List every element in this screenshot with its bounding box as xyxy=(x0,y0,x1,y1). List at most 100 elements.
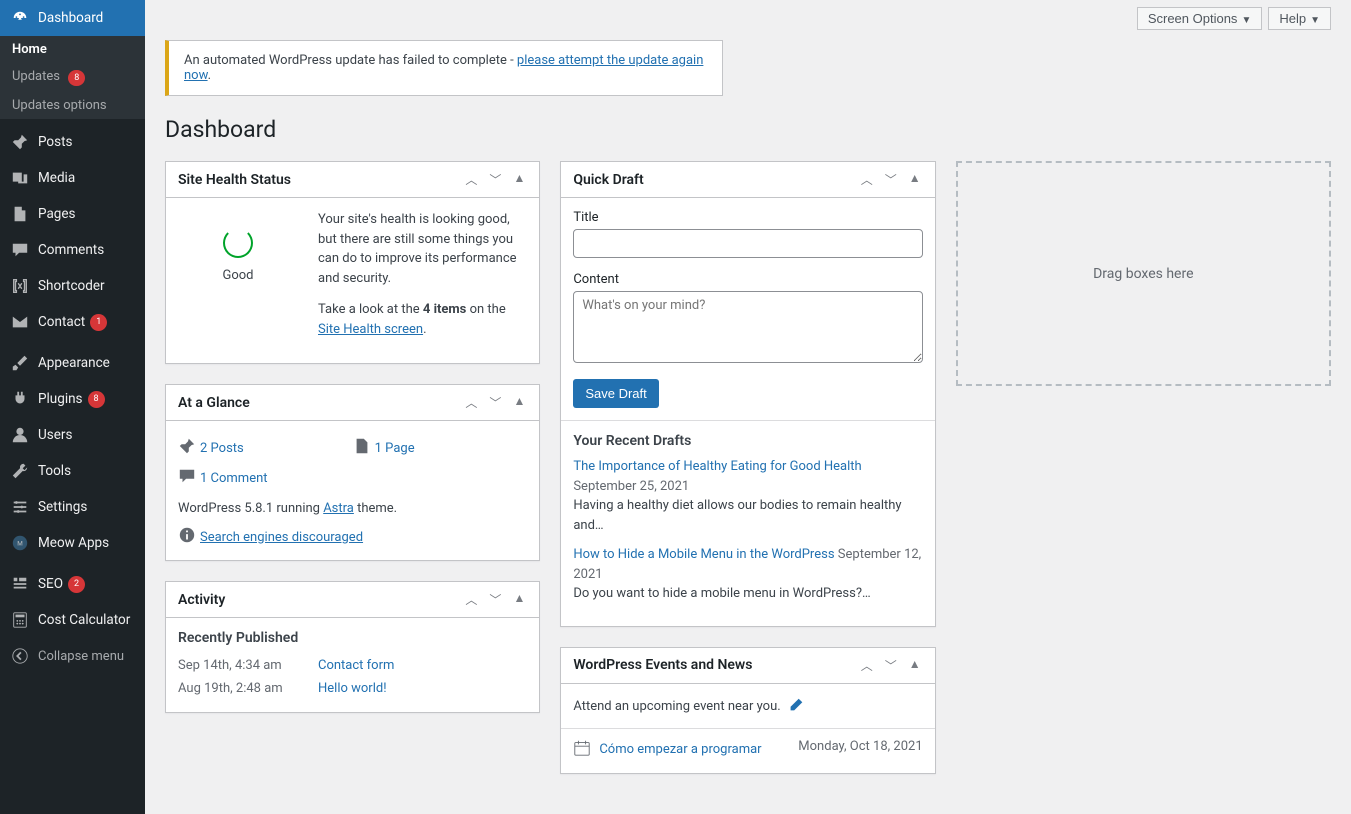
calendar-icon xyxy=(573,739,591,761)
user-icon xyxy=(10,425,30,445)
activity-date: Sep 14th, 4:34 am xyxy=(178,658,318,673)
sidebar-item-tools[interactable]: Tools xyxy=(0,453,145,489)
move-down-icon[interactable]: ﹀ xyxy=(487,169,503,190)
comments-icon xyxy=(178,467,200,489)
page-title: Dashboard xyxy=(165,116,1331,143)
sidebar-item-users[interactable]: Users xyxy=(0,417,145,453)
activity-link[interactable]: Contact form xyxy=(318,658,394,673)
draft-item: How to Hide a Mobile Menu in the WordPre… xyxy=(573,545,922,604)
collapse-icon xyxy=(10,646,30,666)
search-discouraged-link[interactable]: Search engines discouraged xyxy=(200,530,363,545)
move-up-icon[interactable]: ︿ xyxy=(859,169,875,190)
glance-posts: 2 Posts xyxy=(178,433,353,463)
chevron-down-icon: ▼ xyxy=(1310,15,1320,26)
glance-pages: 1 Page xyxy=(353,433,528,463)
brush-icon xyxy=(10,353,30,373)
sidebar-label: Dashboard xyxy=(38,10,103,26)
comments-link[interactable]: 1 Comment xyxy=(200,471,268,486)
mail-icon xyxy=(10,312,30,332)
activity-box: Activity ︿ ﹀ ▲ Recently Published Sep 14… xyxy=(165,581,540,713)
help-button[interactable]: Help▼ xyxy=(1268,7,1331,30)
edit-location-icon[interactable] xyxy=(787,696,805,718)
box-title: Activity xyxy=(178,592,225,608)
sidebar-item-appearance[interactable]: Appearance xyxy=(0,345,145,381)
sidebar-item-shortcoder[interactable]: Shortcoder xyxy=(0,268,145,304)
sidebar-item-seo[interactable]: SEO 2 xyxy=(0,566,145,602)
screen-options-button[interactable]: Screen Options▼ xyxy=(1137,7,1263,30)
pages-icon xyxy=(10,204,30,224)
draft-link[interactable]: How to Hide a Mobile Menu in the WordPre… xyxy=(573,547,834,562)
sidebar-item-contact[interactable]: Contact 1 xyxy=(0,304,145,340)
event-date: Monday, Oct 18, 2021 xyxy=(798,739,922,761)
site-health-box: Site Health Status ︿ ﹀ ▲ Good xyxy=(165,161,540,364)
health-status: Good xyxy=(178,268,298,283)
move-up-icon[interactable]: ︿ xyxy=(463,169,479,190)
sidebar-item-media[interactable]: Media xyxy=(0,160,145,196)
event-link[interactable]: Cómo empezar a programar xyxy=(599,742,761,757)
seo-badge: 2 xyxy=(68,576,85,592)
collapse-menu[interactable]: Collapse menu xyxy=(0,638,145,674)
plugins-badge: 8 xyxy=(88,391,105,407)
toggle-icon[interactable]: ▲ xyxy=(907,169,923,190)
search-discouraged: Search engines discouraged xyxy=(178,526,527,548)
draft-excerpt: Do you want to hide a mobile menu in Wor… xyxy=(573,586,870,601)
top-bar: Screen Options▼ Help▼ xyxy=(165,0,1331,30)
events-attend: Attend an upcoming event near you. xyxy=(573,696,922,718)
move-up-icon[interactable]: ︿ xyxy=(463,392,479,413)
comments-icon xyxy=(10,240,30,260)
sidebar-item-posts[interactable]: Posts xyxy=(0,124,145,160)
move-down-icon[interactable]: ﹀ xyxy=(487,392,503,413)
sidebar-item-meow[interactable]: M Meow Apps xyxy=(0,525,145,561)
move-down-icon[interactable]: ﹀ xyxy=(487,589,503,610)
sidebar-item-settings[interactable]: Settings xyxy=(0,489,145,525)
toggle-icon[interactable]: ▲ xyxy=(511,169,527,190)
toggle-icon[interactable]: ▲ xyxy=(907,655,923,676)
pages-link[interactable]: 1 Page xyxy=(375,441,415,456)
settings-icon xyxy=(10,497,30,517)
version-info: WordPress 5.8.1 running Astra theme. xyxy=(178,493,527,516)
wrench-icon xyxy=(10,461,30,481)
submenu-updates-options[interactable]: Updates options xyxy=(0,92,145,119)
draft-date: September 25, 2021 xyxy=(573,479,689,494)
theme-link[interactable]: Astra xyxy=(323,501,354,516)
activity-row: Sep 14th, 4:34 amContact form xyxy=(178,654,527,677)
pages-icon xyxy=(353,437,375,459)
posts-link[interactable]: 2 Posts xyxy=(200,441,244,456)
draft-link[interactable]: The Importance of Healthy Eating for Goo… xyxy=(573,459,861,474)
save-draft-button[interactable]: Save Draft xyxy=(573,379,658,408)
sidebar-item-comments[interactable]: Comments xyxy=(0,232,145,268)
sidebar-item-cost[interactable]: Cost Calculator xyxy=(0,602,145,638)
meow-icon: M xyxy=(10,533,30,553)
toggle-icon[interactable]: ▲ xyxy=(511,392,527,413)
dashboard-icon xyxy=(10,8,30,28)
box-title: At a Glance xyxy=(178,395,250,411)
calculator-icon xyxy=(10,610,30,630)
sidebar-item-dashboard[interactable]: Dashboard xyxy=(0,0,145,36)
health-gauge: Good xyxy=(178,210,298,351)
contact-badge: 1 xyxy=(90,314,107,330)
site-health-link[interactable]: Site Health screen xyxy=(318,322,423,337)
move-down-icon[interactable]: ﹀ xyxy=(883,655,899,676)
draft-item: The Importance of Healthy Eating for Goo… xyxy=(573,457,922,535)
submenu-home[interactable]: Home xyxy=(0,36,145,63)
move-up-icon[interactable]: ︿ xyxy=(463,589,479,610)
activity-link[interactable]: Hello world! xyxy=(318,681,387,696)
pin-icon xyxy=(178,437,200,459)
sidebar-item-plugins[interactable]: Plugins 8 xyxy=(0,381,145,417)
move-up-icon[interactable]: ︿ xyxy=(859,655,875,676)
toggle-icon[interactable]: ▲ xyxy=(511,589,527,610)
svg-text:M: M xyxy=(17,540,23,548)
draft-content-textarea[interactable] xyxy=(573,291,922,363)
submenu-updates[interactable]: Updates 8 xyxy=(0,63,145,92)
activity-subtitle: Recently Published xyxy=(178,630,527,646)
admin-sidebar: Dashboard Home Updates 8 Updates options… xyxy=(0,0,145,814)
info-icon xyxy=(178,526,200,548)
sidebar-item-pages[interactable]: Pages xyxy=(0,196,145,232)
move-down-icon[interactable]: ﹀ xyxy=(883,169,899,190)
drop-zone[interactable]: Drag boxes here xyxy=(956,161,1331,386)
at-a-glance-box: At a Glance ︿ ﹀ ▲ 2 Posts xyxy=(165,384,540,561)
box-title: Quick Draft xyxy=(573,172,643,188)
draft-title-input[interactable] xyxy=(573,229,922,258)
box-title: WordPress Events and News xyxy=(573,657,752,673)
main-content: Screen Options▼ Help▼ An automated WordP… xyxy=(145,0,1351,814)
